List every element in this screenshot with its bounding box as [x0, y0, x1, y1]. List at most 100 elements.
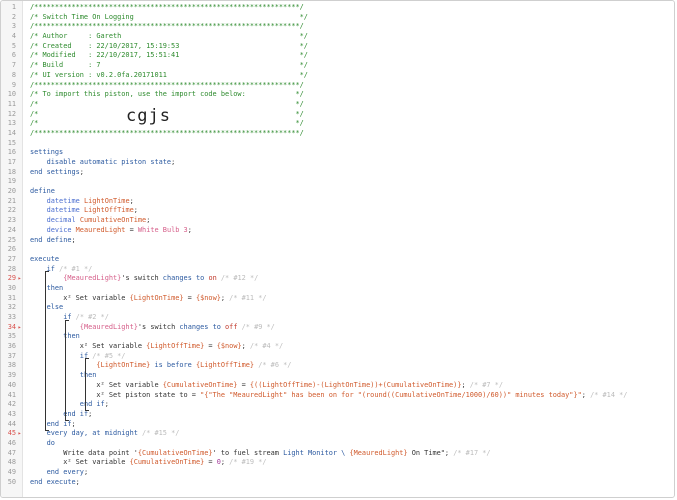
code-line[interactable]: 20 define — [1, 187, 674, 197]
code-line[interactable]: 30 then — [1, 284, 674, 294]
code-token: = — [237, 380, 250, 389]
code-line[interactable]: 49 end every; — [1, 468, 674, 478]
code-token: {LightOffTime} — [146, 342, 205, 351]
code-line[interactable]: 15 — [1, 139, 674, 149]
code-token: ; — [75, 477, 80, 486]
code-token: /***************************************… — [30, 3, 304, 11]
code-text: /* Switch Time On Logging */ — [30, 13, 308, 23]
code-line[interactable]: 45 ▸ every day, at midnight /* #15 */ — [1, 429, 674, 439]
code-token: ' to fuel stream — [212, 448, 284, 457]
code-line[interactable]: 34 ▸ {MeauredLight}'s switch changes to o… — [1, 323, 674, 333]
code-line[interactable]: 3 /**************************************… — [1, 22, 674, 32]
code-text: /* Build : 7 */ — [30, 61, 308, 71]
code-line[interactable]: 6 /* Modified : 22/10/2017, 15:51:41 */ — [1, 51, 674, 61]
code-line[interactable]: 21 datetime LightOnTime; — [1, 197, 674, 207]
code-token: ; — [171, 158, 176, 166]
code-line[interactable]: 36 x² Set variable {LightOffTime} = {$no… — [1, 342, 674, 352]
code-line[interactable]: 9 /**************************************… — [1, 81, 674, 91]
code-token: /* #14 */ — [585, 390, 628, 399]
code-line[interactable]: 5 /* Created : 22/10/2017, 15:19:53 */ — [1, 42, 674, 52]
error-marker-icon[interactable]: ▸ — [17, 274, 22, 284]
code-line[interactable]: 29 ▸ {MeauredLight}'s switch changes to o… — [1, 274, 674, 284]
code-line[interactable]: 19 — [1, 177, 674, 187]
code-line[interactable]: 41 x² Set piston state to = "{"The "Meau… — [1, 391, 674, 401]
code-line[interactable]: 43 end if; — [1, 410, 674, 420]
code-line[interactable]: 7 /* Build : 7 */ — [1, 61, 674, 71]
line-number: 24 — [7, 225, 16, 234]
line-number: 27 — [7, 254, 16, 263]
code-token: {$now} — [216, 342, 242, 351]
code-line[interactable]: 28 if /* #1 */ — [1, 265, 674, 275]
code-token: {LightOnTime} — [96, 361, 151, 370]
code-token: 's switch — [121, 274, 163, 283]
code-line[interactable]: 40 x² Set variable {CumulativeOnTime} = … — [1, 381, 674, 391]
code-token: {MeauredLight} — [79, 322, 138, 331]
code-token: do — [46, 438, 55, 447]
code-token: settings — [30, 148, 64, 157]
code-line[interactable]: 44 end if; — [1, 420, 674, 430]
code-line[interactable]: 47 Write data point '{CumulativeOnTime}'… — [1, 449, 674, 459]
code-token: /* #15 */ — [137, 429, 180, 438]
code-line[interactable]: 14 /*************************************… — [1, 129, 674, 139]
code-line[interactable]: 17 disable automatic piston state; — [1, 158, 674, 168]
code-token: off — [225, 322, 238, 331]
code-token: /* UI version : v0.2.0fa.20171011 */ — [30, 70, 308, 79]
code-token: MeauredLight — [75, 225, 126, 234]
code-line[interactable]: 33 if /* #2 */ — [1, 313, 674, 323]
code-line[interactable]: 25 end define; — [1, 236, 674, 246]
code-line[interactable]: 1 /**************************************… — [1, 3, 674, 13]
code-text: x² Set variable {LightOffTime} = {$now};… — [30, 342, 283, 352]
code-token: ; — [129, 196, 134, 205]
code-token: then — [46, 283, 64, 292]
code-text: /***************************************… — [30, 81, 304, 91]
code-token: Light Monitor \ — [283, 448, 350, 457]
code-line[interactable]: 24 device MeauredLight = White Bulb 3; — [1, 226, 674, 236]
code-text: /***************************************… — [30, 22, 304, 32]
code-line[interactable]: 42 end if; — [1, 400, 674, 410]
code-text: datetime LightOnTime; — [30, 197, 134, 207]
line-number: 6 — [11, 51, 16, 60]
code-token: x² Set variable — [30, 342, 147, 351]
code-line[interactable]: 4 /* Author : Gareth */ — [1, 32, 674, 42]
code-line[interactable]: 8 /* UI version : v0.2.0fa.20171011 */ — [1, 71, 674, 81]
code-line[interactable]: 39 then — [1, 371, 674, 381]
line-number: 11 — [7, 99, 16, 108]
line-number: 26 — [7, 245, 16, 254]
code-line[interactable]: 38 {LightOnTime} is before {LightOffTime… — [1, 361, 674, 371]
code-line[interactable]: 31 x² Set variable {LightOnTime} = {$now… — [1, 294, 674, 304]
code-line[interactable]: 46 do — [1, 439, 674, 449]
code-line[interactable]: 23 decimal CumulativeOnTime; — [1, 216, 674, 226]
code-line[interactable]: 2 /* Switch Time On Logging */ — [1, 13, 674, 23]
line-number: 28 — [7, 264, 16, 273]
line-number: 16 — [7, 148, 16, 157]
code-line[interactable]: 12/* */ — [1, 110, 674, 120]
code-line[interactable]: 18 end settings; — [1, 168, 674, 178]
nested-if-guide-bottom — [65, 420, 69, 421]
error-marker-icon[interactable]: ▸ — [17, 429, 22, 439]
import-code[interactable]: cgjs — [126, 106, 171, 126]
code-line[interactable]: 50 end execute; — [1, 478, 674, 488]
code-line[interactable]: 27 execute — [1, 255, 674, 265]
code-token: /* #17 */ — [449, 448, 491, 457]
code-line[interactable]: 32 else — [1, 303, 674, 313]
code-line[interactable]: 26 — [1, 245, 674, 255]
code-token: {MeauredLight} — [63, 274, 122, 283]
code-token: /* Switch Time On Logging */ — [30, 12, 308, 21]
code-text: datetime LightOffTime; — [30, 206, 138, 216]
code-token: changes to — [162, 274, 209, 283]
code-line[interactable]: 13/* */ — [1, 119, 674, 129]
code-line[interactable]: 37 if /* #5 */ — [1, 352, 674, 362]
code-line[interactable]: 16 settings — [1, 148, 674, 158]
line-number: 22 — [7, 206, 16, 215]
code-line[interactable]: 35 then — [1, 332, 674, 342]
line-number: 38 — [7, 361, 16, 370]
code-line[interactable]: 22 datetime LightOffTime; — [1, 206, 674, 216]
code-line[interactable]: 10 /* To import this piston, use the impo… — [1, 90, 674, 100]
code-editor[interactable]: 1 /**************************************… — [0, 0, 675, 498]
code-token: /* #4 */ — [245, 342, 284, 351]
error-marker-icon[interactable]: ▸ — [17, 323, 22, 333]
code-line[interactable]: 11/* */ — [1, 100, 674, 110]
code-line[interactable]: 48 x² Set variable {CumulativeOnTime} = … — [1, 458, 674, 468]
